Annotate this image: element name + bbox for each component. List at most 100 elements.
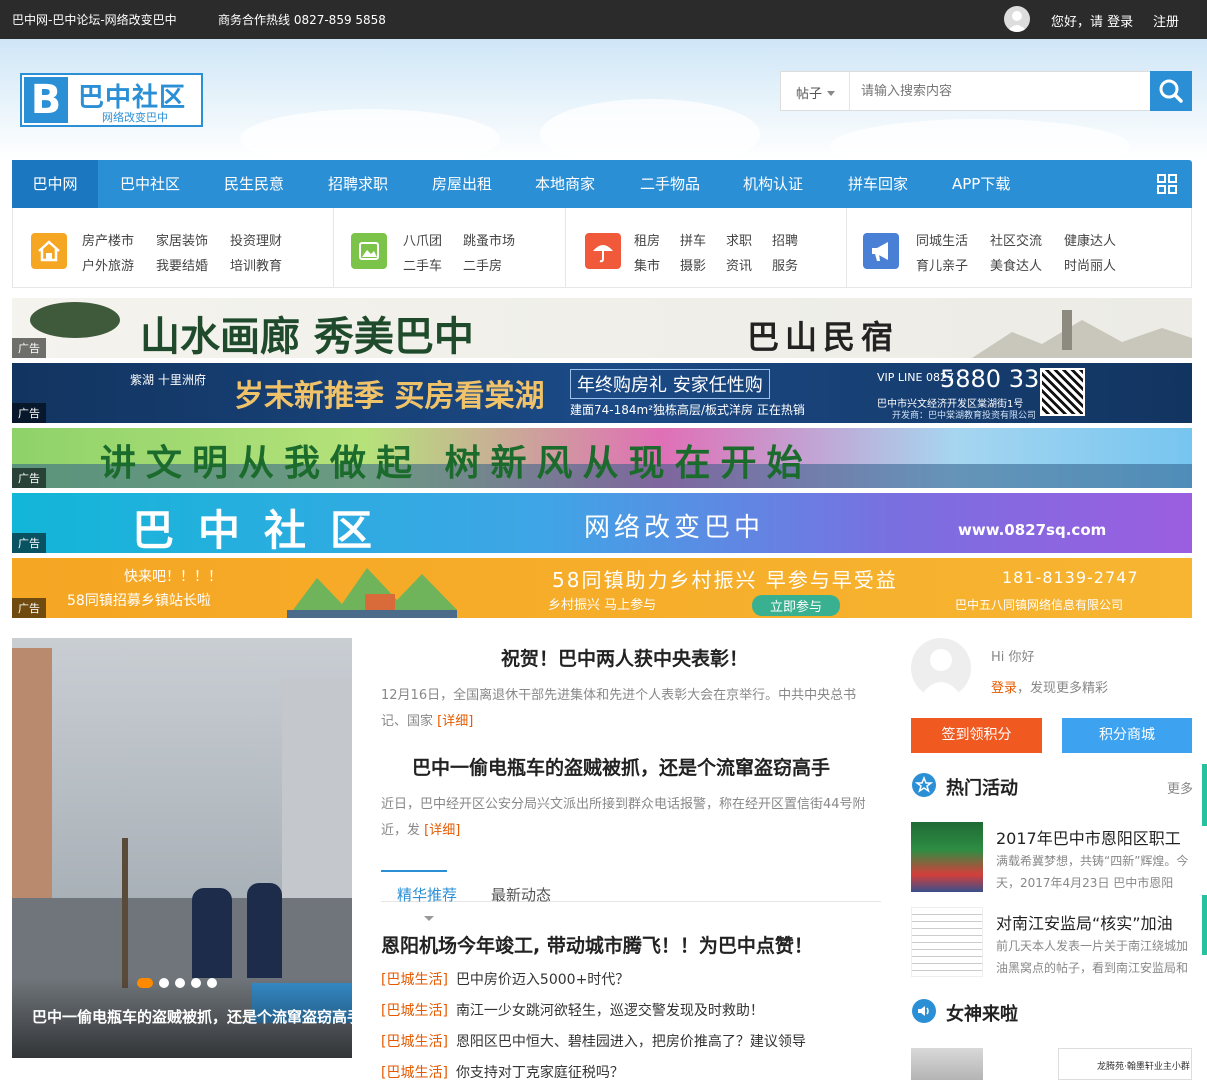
category-link[interactable]: 二手车 bbox=[403, 255, 442, 274]
search-type-select[interactable]: 帖子 bbox=[781, 72, 850, 110]
category-link[interactable]: 摄影 bbox=[680, 255, 706, 274]
news-slider[interactable]: 巴中一偷电瓶车的盗贼被抓，还是个流窜盗窃高手 bbox=[12, 638, 352, 1058]
slider-dot-active[interactable] bbox=[137, 978, 153, 988]
news-title[interactable]: 恩阳区巴中恒大、碧桂园进入，把房价推高了？建议领导 bbox=[456, 1034, 806, 1050]
category-link[interactable]: 服务 bbox=[772, 255, 798, 274]
slider-dot[interactable] bbox=[207, 978, 217, 988]
chevron-down-icon bbox=[424, 916, 434, 921]
site-logo[interactable]: B 巴中社区 网络改变巴中 bbox=[20, 73, 203, 127]
news-category[interactable]: [巴城生活] bbox=[381, 1034, 448, 1050]
top-bar: 巴中网-巴中论坛-网络改变巴中 商务合作热线 0827-859 5858 您好，… bbox=[0, 0, 1207, 39]
join-now-button[interactable]: 立即参与 bbox=[752, 595, 841, 616]
slide-caption[interactable]: 巴中一偷电瓶车的盗贼被抓，还是个流窜盗窃高手 bbox=[32, 1006, 352, 1027]
header: B 巴中社区 网络改变巴中 帖子 bbox=[0, 39, 1207, 174]
sign-in-points-button[interactable]: 签到领积分 bbox=[911, 718, 1042, 753]
category-link[interactable]: 集市 bbox=[634, 255, 660, 274]
goddess-thumbnail[interactable] bbox=[911, 1048, 983, 1080]
picture-icon[interactable] bbox=[351, 233, 387, 269]
register-link[interactable]: 注册 bbox=[1153, 11, 1179, 30]
category-link[interactable]: 同城生活 bbox=[916, 230, 968, 249]
category-link[interactable]: 育儿亲子 bbox=[916, 255, 968, 274]
ad-banner-landscape[interactable]: 山水画廊 秀美巴中 巴山民宿 广告 bbox=[12, 298, 1192, 358]
category-link[interactable]: 八爪团 bbox=[403, 230, 442, 249]
activity-title[interactable]: 2017年巴中市恩阳区职工 bbox=[996, 825, 1192, 849]
category-link[interactable]: 培训教育 bbox=[230, 255, 282, 274]
category-link[interactable]: 跳蚤市场 bbox=[463, 230, 515, 249]
category-link[interactable]: 租房 bbox=[634, 230, 660, 249]
nav-item-app-download[interactable]: APP下载 bbox=[952, 160, 1010, 208]
nav-item-livelihood[interactable]: 民生民意 bbox=[224, 160, 284, 208]
slider-dot[interactable] bbox=[159, 978, 169, 988]
slider-dot[interactable] bbox=[191, 978, 201, 988]
category-link[interactable]: 户外旅游 bbox=[82, 255, 134, 274]
category-link[interactable]: 房产楼市 bbox=[82, 230, 134, 249]
umbrella-icon[interactable] bbox=[585, 233, 621, 269]
news-title[interactable]: 南江一少女跳河欲轻生，巡逻交警发现及时救助！ bbox=[456, 1003, 764, 1019]
nav-item-community[interactable]: 巴中社区 bbox=[120, 160, 180, 208]
activity-thumbnail[interactable] bbox=[911, 907, 983, 977]
nav-item-local-shops[interactable]: 本地商家 bbox=[535, 160, 595, 208]
points-mall-button[interactable]: 积分商城 bbox=[1062, 718, 1192, 753]
category-link[interactable]: 健康达人 bbox=[1064, 230, 1116, 249]
ad-banner-civility[interactable]: 讲文明从我做起 树新风从现在开始 广告 bbox=[12, 428, 1192, 488]
nav-item-rentals[interactable]: 房屋出租 bbox=[432, 160, 492, 208]
list-item[interactable]: [巴城生活] 你支持对丁克家庭征税吗？ bbox=[381, 1062, 624, 1080]
ad-banner-58-town[interactable]: 快来吧！！！！ 58同镇招募乡镇站长啦 58同镇助力乡村振兴 早参与早受益 乡村… bbox=[12, 558, 1192, 618]
category-link[interactable]: 社区交流 bbox=[990, 230, 1042, 249]
category-link[interactable]: 拼车 bbox=[680, 230, 706, 249]
category-link[interactable]: 求职 bbox=[726, 230, 752, 249]
news-title[interactable]: 你支持对丁克家庭征税吗？ bbox=[456, 1065, 624, 1080]
featured-title[interactable]: 恩阳机场今年竣工, 带动城市腾飞！！为巴中点赞！ bbox=[381, 931, 813, 958]
nav-item-bazhong-wang[interactable]: 巴中网 bbox=[12, 160, 98, 208]
floating-side-tab[interactable] bbox=[1202, 895, 1207, 955]
user-avatar-icon[interactable] bbox=[1004, 6, 1030, 32]
goddess-thumbnail[interactable]: 龙腾苑·翰墨轩业主小群 bbox=[1058, 1048, 1192, 1080]
ad-banner-community[interactable]: 巴中社区 网络改变巴中 www.0827sq.com 广告 bbox=[12, 493, 1192, 553]
news-category[interactable]: [巴城生活] bbox=[381, 972, 448, 988]
category-link[interactable]: 招聘 bbox=[772, 230, 798, 249]
category-link[interactable]: 资讯 bbox=[726, 255, 752, 274]
ad-headline: 58同镇助力乡村振兴 早参与早受益 bbox=[552, 568, 898, 592]
site-title[interactable]: 巴中网-巴中论坛-网络改变巴中 bbox=[12, 11, 177, 28]
tab-latest[interactable]: 最新动态 bbox=[491, 884, 551, 905]
list-item[interactable]: [巴城生活] 南江一少女跳河欲轻生，巡逻交警发现及时救助！ bbox=[381, 1000, 764, 1020]
nav-item-certification[interactable]: 机构认证 bbox=[743, 160, 803, 208]
business-hotline: 商务合作热线 0827-859 5858 bbox=[218, 13, 386, 27]
headline-title[interactable]: 巴中一偷电瓶车的盗贼被抓，还是个流窜盗窃高手 bbox=[412, 753, 830, 780]
search-input[interactable] bbox=[851, 72, 1151, 110]
activity-title[interactable]: 对南江安监局“核实”加油 bbox=[996, 910, 1192, 934]
category-link[interactable]: 家居装饰 bbox=[156, 230, 208, 249]
search-button[interactable] bbox=[1150, 71, 1192, 111]
news-title[interactable]: 巴中房价迈入5000+时代？ bbox=[456, 972, 629, 988]
grid-menu-icon[interactable] bbox=[1157, 174, 1177, 194]
village-illustration bbox=[287, 568, 457, 618]
detail-link[interactable]: [详细] bbox=[437, 714, 473, 729]
news-category[interactable]: [巴城生活] bbox=[381, 1065, 448, 1080]
ad-banner-real-estate[interactable]: 紫湖 十里洲府 岁末新推季 买房看棠湖 年终购房礼 安家任性购 建面74-184… bbox=[12, 363, 1192, 423]
headline-title[interactable]: 祝贺！巴中两人获中央表彰！ bbox=[501, 644, 748, 671]
category-link[interactable]: 美食达人 bbox=[990, 255, 1042, 274]
activity-thumbnail[interactable] bbox=[911, 822, 983, 892]
category-link[interactable]: 投资理财 bbox=[230, 230, 282, 249]
detail-link[interactable]: [详细] bbox=[424, 823, 460, 838]
megaphone-icon[interactable] bbox=[863, 233, 899, 269]
floating-side-tab[interactable] bbox=[1202, 764, 1207, 826]
nav-item-jobs[interactable]: 招聘求职 bbox=[328, 160, 388, 208]
activity-desc: 满载希冀梦想，共铸“四新”辉煌。今天，2017年4月23日 巴中市恩阳 bbox=[996, 854, 1189, 890]
more-link[interactable]: 更多 bbox=[1167, 778, 1193, 797]
list-item[interactable]: [巴城生活] 恩阳区巴中恒大、碧桂园进入，把房价推高了？建议领导 bbox=[381, 1031, 806, 1051]
tab-featured[interactable]: 精华推荐 bbox=[397, 884, 457, 905]
nav-item-carpool[interactable]: 拼车回家 bbox=[848, 160, 908, 208]
avatar[interactable] bbox=[911, 638, 971, 698]
list-item[interactable]: [巴城生活] 巴中房价迈入5000+时代？ bbox=[381, 969, 629, 989]
house-icon[interactable] bbox=[31, 233, 67, 269]
news-category[interactable]: [巴城生活] bbox=[381, 1003, 448, 1019]
login-link[interactable]: 您好，请 登录 bbox=[1051, 11, 1133, 30]
category-link[interactable]: 时尚丽人 bbox=[1064, 255, 1116, 274]
category-link[interactable]: 我要结婚 bbox=[156, 255, 208, 274]
slider-dot[interactable] bbox=[175, 978, 185, 988]
sidebar-login-tail: ，发现更多精彩 bbox=[1017, 681, 1109, 696]
nav-item-second-hand[interactable]: 二手物品 bbox=[640, 160, 700, 208]
sidebar-login-link[interactable]: 登录 bbox=[991, 681, 1017, 696]
category-link[interactable]: 二手房 bbox=[463, 255, 502, 274]
